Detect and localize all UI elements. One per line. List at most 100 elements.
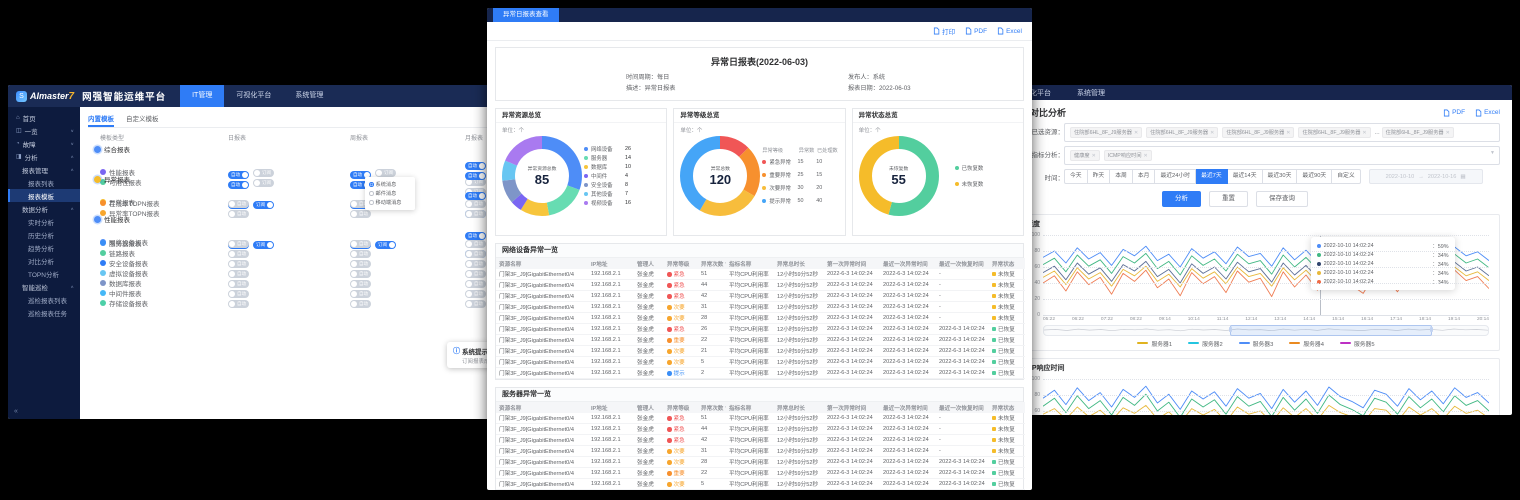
table-row[interactable]: 门架3F_J9[GigabitEthernet0/4192.168.2.1张金虎… [496,457,1025,468]
time-option-今天[interactable]: 今天 [1064,169,1088,184]
table-row[interactable]: 门架3F_J9[GigabitEthernet0/4192.168.2.1张金虎… [496,280,1025,291]
nav-tab-系统管理[interactable]: 系统管理 [283,85,335,107]
remove-chip-icon[interactable]: ✕ [1446,130,1450,136]
metric-select[interactable]: 健康度✕ICMP响应时间✕▼ [1064,146,1500,165]
table-row[interactable]: 门架3F_J9[GigabitEthernet0/4192.168.2.1张金虎… [496,291,1025,302]
time-option-最近7天[interactable]: 最近7天 [1196,169,1228,184]
datazoom-slider[interactable] [1043,325,1489,336]
toggle-自动[interactable]: 自动 [465,210,486,218]
toggle-自动[interactable]: 自动 [228,210,249,218]
remove-chip-icon[interactable]: ✕ [1134,130,1138,136]
table-row[interactable]: 门架3F_J9[GigabitEthernet0/4192.168.2.1张金虎… [496,335,1025,346]
table-row[interactable]: 门架3F_J9[GigabitEthernet0/4192.168.2.1张金虎… [496,324,1025,335]
table-row[interactable]: 门架3F_J9[GigabitEthernet0/4192.168.2.1张金虎… [496,424,1025,435]
toolbar-PDF-button[interactable]: PDF [965,27,987,35]
sidebar-item-智能巡检[interactable]: 智能巡检∧ [8,280,80,293]
export-PDF-button[interactable]: PDF [1443,109,1465,117]
table-row[interactable]: 门架3F_J9[GigabitEthernet0/4192.168.2.1张金虎… [496,446,1025,457]
toolbar-Excel-button[interactable]: Excel [997,27,1022,35]
sidebar-item-对比分析[interactable]: 对比分析 [8,254,80,267]
legend-item-服务器1[interactable]: 服务器1 [1137,339,1172,348]
table-row[interactable]: 门架3F_J9[GigabitEthernet0/4192.168.2.1张金虎… [496,490,1025,491]
table-row[interactable]: 门架3F_J9[GigabitEthernet0/4192.168.2.1张金虎… [496,357,1025,368]
resource-chip[interactable]: 住院部6HL_8F_J9服务器✕ [1298,127,1370,138]
table-row[interactable]: 门架3F_J9[GigabitEthernet0/4192.168.2.1张金虎… [496,302,1025,313]
table-row[interactable]: 门架3F_J9[GigabitEthernet0/4192.168.2.1张金虎… [496,479,1025,490]
sidebar-item-巡检报表列表[interactable]: 巡检报表列表 [8,293,80,306]
radio-icon[interactable] [369,182,374,187]
分析-button[interactable]: 分析 [1162,191,1201,207]
report-viewer-tab[interactable]: 异常日报表查看 [493,8,559,22]
toggle-自动[interactable]: 自动 [228,300,249,308]
sidebar-item-历史分析[interactable]: 历史分析 [8,228,80,241]
nav-tab-可视化平台[interactable]: 可视化平台 [224,85,283,107]
toggle-订阅[interactable]: 订阅 [253,179,274,187]
sidebar-item-报表列表[interactable]: 报表列表 [8,176,80,189]
resource-chip[interactable]: 住院部6HL_8F_J9服务器✕ [1222,127,1294,138]
table-row[interactable]: 门架3F_J9[GigabitEthernet0/4192.168.2.1张金虎… [496,346,1025,357]
export-Excel-button[interactable]: Excel [1475,109,1500,117]
collapse-sidebar-icon[interactable]: « [14,408,18,415]
time-option-自定义[interactable]: 自定义 [1332,169,1360,184]
popup-option-系统消息[interactable]: 系统消息 [369,180,411,189]
toggle-自动[interactable]: 自动 [465,300,486,308]
table-row[interactable]: 门架3F_J9[GigabitEthernet0/4192.168.2.1张金虎… [496,269,1025,280]
sidebar-item-故障[interactable]: ◔故障∨ [8,137,80,150]
sidebar-item-首页[interactable]: ⌂首页 [8,111,80,124]
resource-chip[interactable]: 住院部6HL_8F_J9服务器✕ [1070,127,1142,138]
table-row[interactable]: 门架3F_J9[GigabitEthernet0/4192.168.2.1张金虎… [496,413,1025,424]
toolbar-打印-button[interactable]: 打印 [933,26,955,36]
sidebar-item-TOPN分析[interactable]: TOPN分析 [8,267,80,280]
table-row[interactable]: 门架3F_J9[GigabitEthernet0/4192.168.2.1张金虎… [496,368,1025,379]
toggle-自动[interactable]: 自动 [465,172,486,180]
table-row[interactable]: 门架3F_J9[GigabitEthernet0/4192.168.2.1张金虎… [496,468,1025,479]
datazoom-window[interactable] [1230,325,1432,336]
resource-chip[interactable]: 住院部6HL_8F_J9服务器✕ [1146,127,1218,138]
legend-item-服务器2[interactable]: 服务器2 [1188,339,1223,348]
重置-button[interactable]: 重置 [1209,191,1248,207]
time-option-最近14天[interactable]: 最近14天 [1228,169,1263,184]
time-option-昨天[interactable]: 昨天 [1088,169,1111,184]
time-option-本周[interactable]: 本周 [1110,169,1133,184]
datazoom-handle-left[interactable] [1229,327,1232,332]
sidebar-item-报表模板[interactable]: 报表模板 [8,189,80,202]
legend-item-服务器4[interactable]: 服务器4 [1289,339,1324,348]
remove-chip-icon[interactable]: ✕ [1210,130,1214,136]
sidebar-item-分析[interactable]: ◨分析∧ [8,150,80,163]
remove-chip-icon[interactable]: ✕ [1092,153,1096,159]
tab-内置模板[interactable]: 内置模板 [88,113,114,127]
popup-option-邮件消息[interactable]: 邮件消息 [369,189,411,198]
sidebar-item-实时分析[interactable]: 实时分析 [8,215,80,228]
sidebar-item-报表管理[interactable]: 报表管理∧ [8,163,80,176]
nav-tab-IT管理[interactable]: IT管理 [180,85,224,107]
table-row[interactable]: 门架3F_J9[GigabitEthernet0/4192.168.2.1张金虎… [496,313,1025,324]
remove-chip-icon[interactable]: ✕ [1362,130,1366,136]
time-option-最近90天[interactable]: 最近90天 [1297,169,1332,184]
toggle-自动[interactable]: 自动 [350,300,371,308]
legend-item-服务器5[interactable]: 服务器5 [1340,339,1375,348]
sidebar-item-趋势分析[interactable]: 趋势分析 [8,241,80,254]
radio-icon[interactable] [369,191,374,196]
toggle-自动[interactable]: 自动 [228,181,249,189]
selected-resources-box[interactable]: 住院部6HL_8F_J9服务器✕ 住院部6HL_8F_J9服务器✕ 住院部6HL_8… [1064,123,1500,142]
resource-chip[interactable]: 住院部6HL_8F_J9服务器✕ [1382,127,1454,138]
remove-chip-icon[interactable]: ✕ [1286,130,1290,136]
sidebar-item-数据分析[interactable]: 数据分析∧ [8,202,80,215]
time-option-最近30天[interactable]: 最近30天 [1263,169,1298,184]
resource-chip[interactable]: 健康度✕ [1070,150,1100,161]
popup-option-移动端消息[interactable]: 移动端消息 [369,198,411,207]
sidebar-item-一览[interactable]: ◫一览∨ [8,124,80,137]
time-option-本月[interactable]: 本月 [1133,169,1156,184]
tab-自定义模板[interactable]: 自定义模板 [126,113,159,127]
nav-tab-系统管理[interactable]: 系统管理 [1077,88,1105,98]
保存查询-button[interactable]: 保存查询 [1256,191,1308,207]
sidebar-item-巡检报表任务[interactable]: 巡检报表任务 [8,306,80,319]
table-row[interactable]: 门架3F_J9[GigabitEthernet0/4192.168.2.1张金虎… [496,435,1025,446]
toggle-自动[interactable]: 自动 [350,210,371,218]
resource-chip[interactable]: ICMP响应时间✕ [1104,150,1152,161]
time-option-最近24小时[interactable]: 最近24小时 [1155,169,1196,184]
radio-icon[interactable] [369,200,374,205]
remove-chip-icon[interactable]: ✕ [1144,153,1148,159]
legend-item-服务器3[interactable]: 服务器3 [1239,339,1274,348]
date-range-input[interactable]: 2022-10-10 → 2022-10-16 ▦ [1369,169,1483,184]
